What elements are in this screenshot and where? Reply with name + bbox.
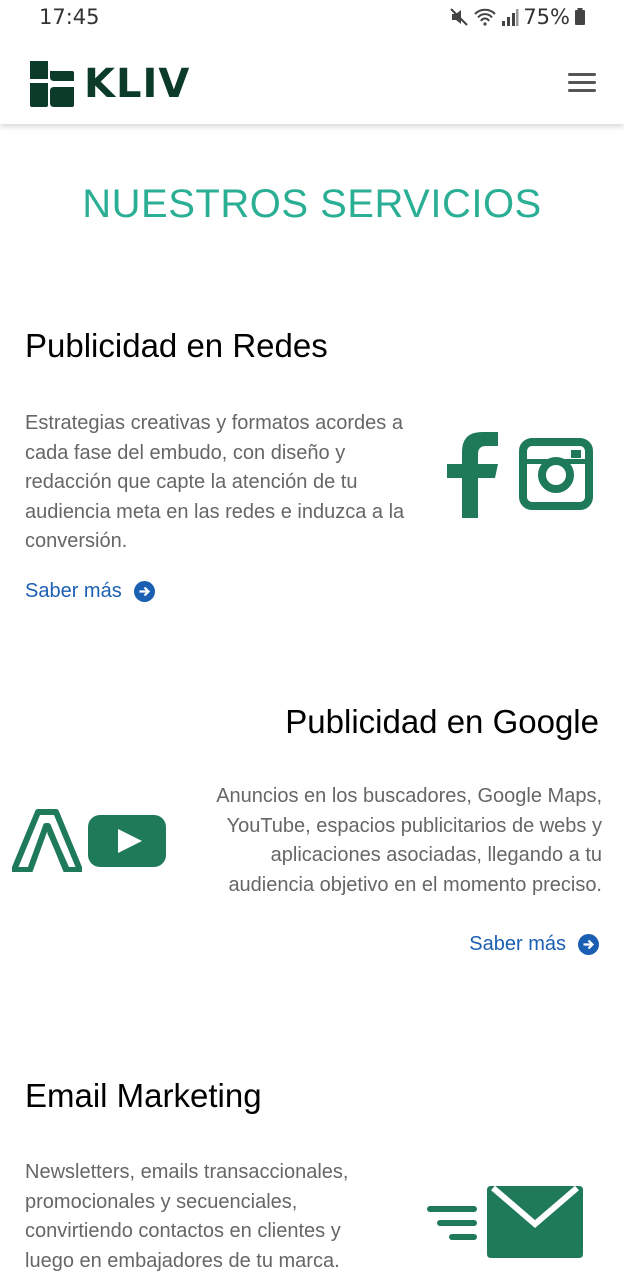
saber-mas-label: Saber más (25, 580, 122, 602)
saber-mas-label: Saber más (469, 933, 566, 955)
status-time: 17:45 (39, 5, 100, 29)
kliv-logo-icon (30, 61, 74, 107)
youtube-icon (88, 815, 166, 867)
mute-icon (450, 8, 469, 26)
service-description-email: Newsletters, emails transaccionales, pro… (25, 1161, 349, 1272)
service-title-redes: Publicidad en Redes (25, 327, 328, 364)
google-ads-icon (12, 809, 82, 872)
section-title: NUESTROS SERVICIOS (82, 182, 542, 226)
battery-percent: 75% (523, 5, 570, 29)
service-description-redes: Estrategias creativas y formatos acordes… (25, 412, 405, 552)
brand-name: KLIV (84, 61, 191, 107)
instagram-icon (519, 438, 593, 510)
brand-logo[interactable]: KLIV (28, 59, 190, 109)
arrow-right-icon (133, 581, 155, 602)
status-icons: 75% (449, 5, 586, 29)
signal-icon (502, 9, 519, 26)
service-title-email: Email Marketing (25, 1077, 262, 1114)
hamburger-menu-icon[interactable] (568, 73, 596, 95)
status-bar: 17:45 75% (0, 0, 624, 34)
battery-icon (575, 8, 585, 25)
service-title-google: Publicidad en Google (285, 703, 599, 740)
saber-mas-link-redes[interactable]: Saber más (25, 580, 155, 603)
email-icon (427, 1186, 583, 1258)
site-header: KLIV (0, 44, 624, 124)
saber-mas-link-google[interactable]: Saber más (469, 933, 599, 956)
service-description-google: Anuncios en los buscadores, Google Maps,… (216, 785, 602, 896)
wifi-icon (474, 8, 497, 26)
arrow-right-icon (578, 934, 599, 955)
facebook-icon (447, 432, 498, 518)
